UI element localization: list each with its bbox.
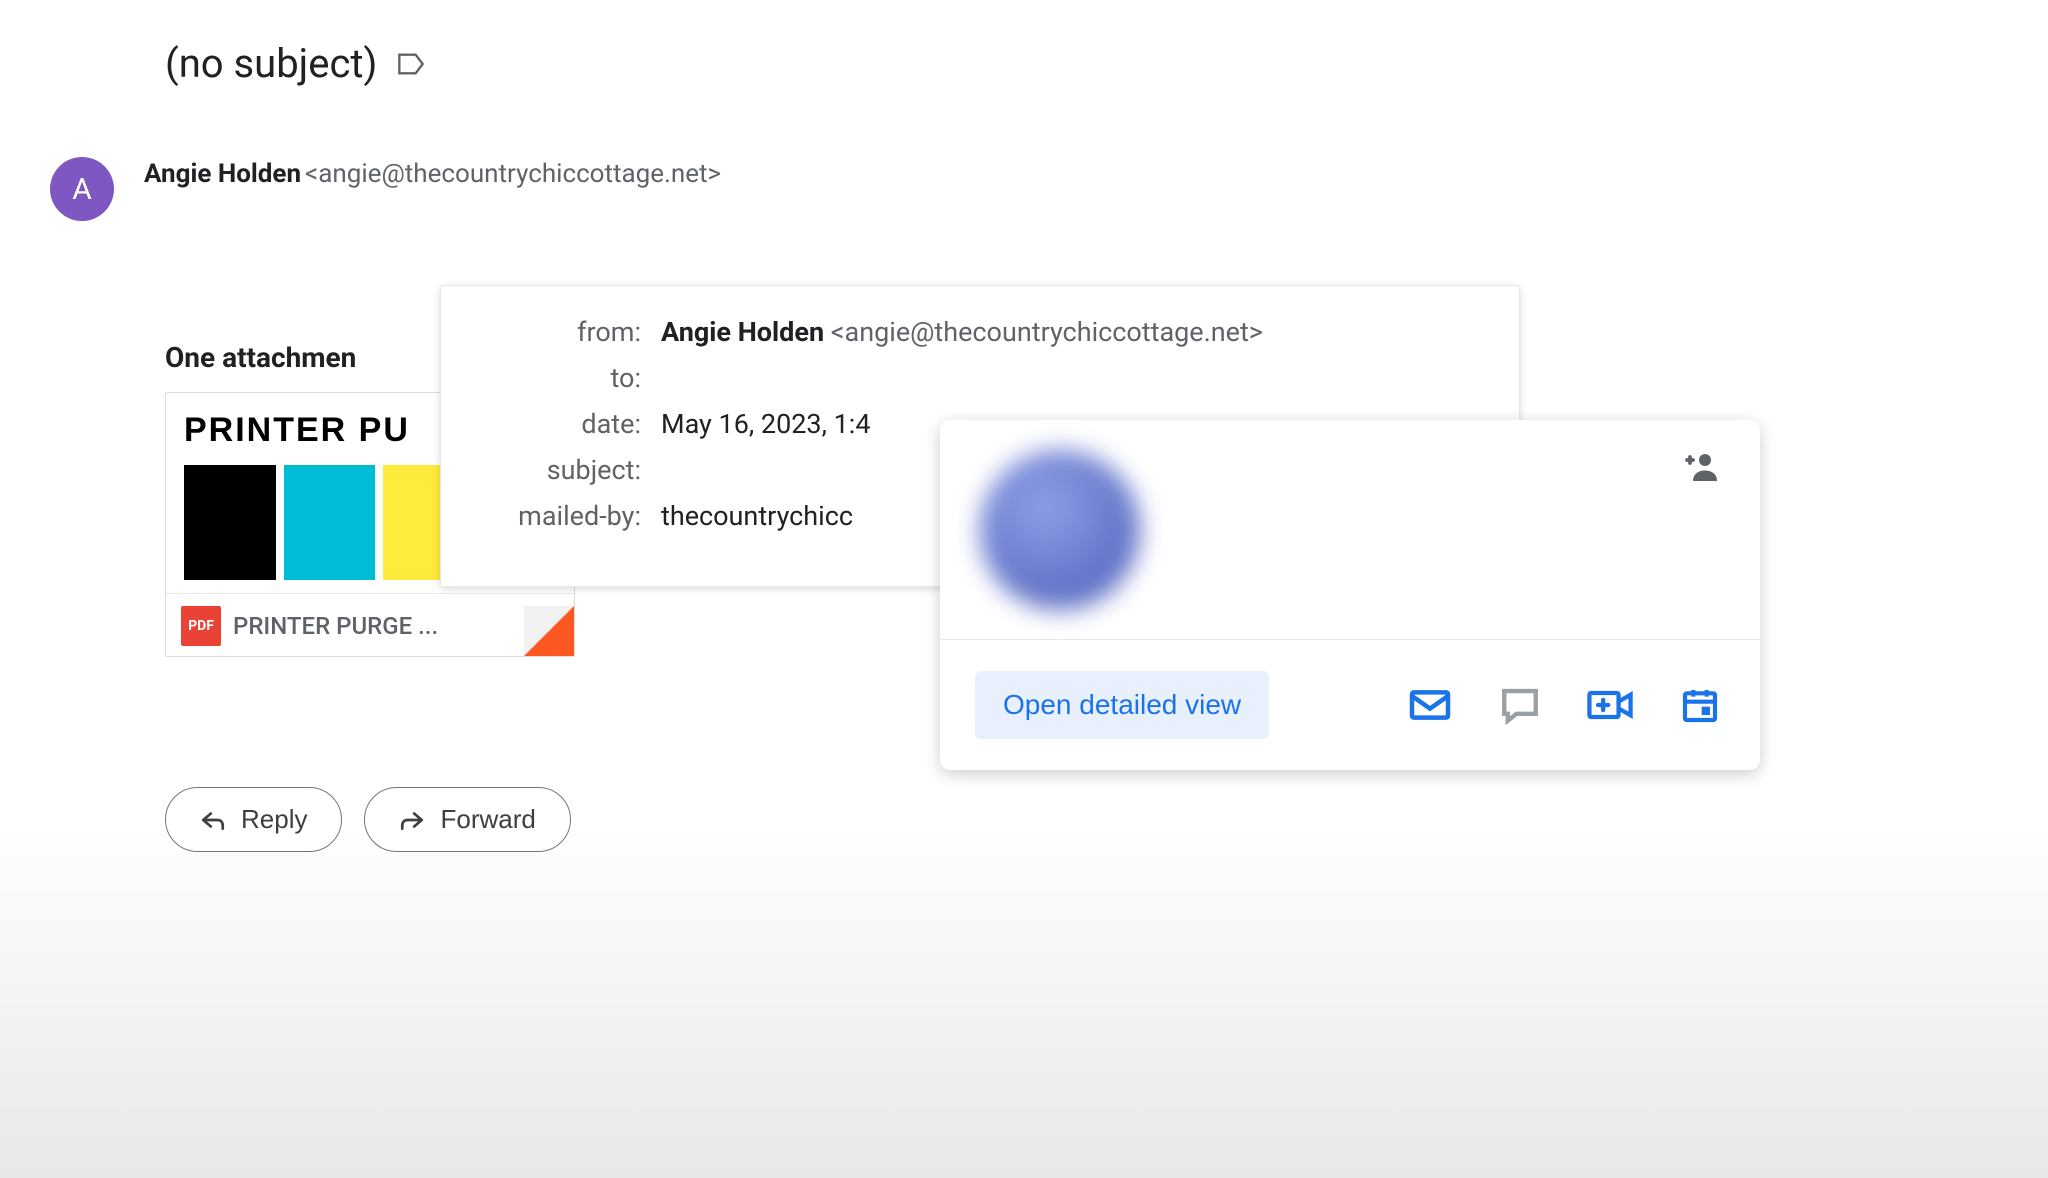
label-tag-icon[interactable]	[397, 52, 425, 76]
pdf-badge-icon: PDF	[181, 606, 221, 646]
reply-button[interactable]: Reply	[165, 787, 342, 852]
sender-name[interactable]: Angie Holden	[144, 159, 301, 189]
sender-avatar[interactable]: A	[50, 157, 114, 221]
sender-email: <angie@thecountrychiccottage.net>	[305, 159, 721, 189]
contact-avatar[interactable]	[980, 450, 1140, 610]
email-subject: (no subject)	[165, 40, 377, 87]
detail-date-label: date:	[481, 408, 661, 440]
detail-subject-label: subject:	[481, 454, 661, 486]
email-icon[interactable]	[1405, 680, 1455, 730]
color-block-cyan	[284, 465, 376, 580]
forward-icon	[399, 809, 425, 831]
detail-to-label: to:	[481, 362, 661, 394]
reply-label: Reply	[241, 804, 307, 835]
add-contact-button[interactable]	[1678, 448, 1720, 488]
detail-from-email: <angie@thecountrychiccottage.net>	[831, 316, 1263, 348]
forward-label: Forward	[440, 804, 535, 835]
detail-mailedby-value: thecountrychicc	[661, 500, 853, 532]
detail-date-value: May 16, 2023, 1:4	[661, 408, 871, 440]
color-block-black	[184, 465, 276, 580]
contact-hover-card: Open detailed view	[940, 420, 1760, 770]
chat-icon[interactable]	[1495, 680, 1545, 730]
detail-from-label: from:	[481, 316, 661, 348]
page-fold-icon	[524, 606, 574, 656]
detail-mailedby-label: mailed-by:	[481, 500, 661, 532]
calendar-icon[interactable]	[1675, 680, 1725, 730]
open-detailed-view-button[interactable]: Open detailed view	[975, 671, 1269, 739]
reply-icon	[200, 809, 226, 831]
forward-button[interactable]: Forward	[364, 787, 570, 852]
video-call-icon[interactable]	[1585, 680, 1635, 730]
detail-from-name: Angie Holden	[661, 316, 824, 348]
attachment-filename: PRINTER PURGE ...	[233, 612, 438, 640]
